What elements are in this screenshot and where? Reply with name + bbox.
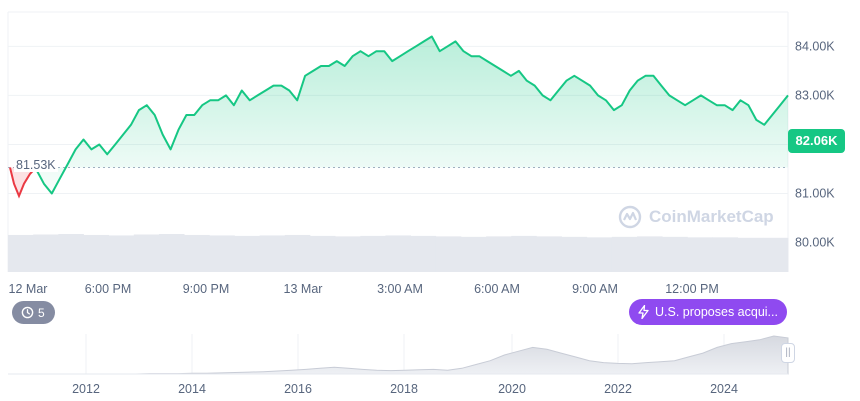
y-tick-1: 83.00K xyxy=(795,88,835,102)
history-clock-icon xyxy=(21,306,34,319)
history-x-tick-1: 2014 xyxy=(178,382,206,396)
history-area xyxy=(8,335,789,375)
volume-bar-8 xyxy=(209,235,235,272)
history-events-count: 5 xyxy=(38,305,45,320)
history-x-tick-5: 2022 xyxy=(604,382,632,396)
volume-bar-18 xyxy=(460,236,487,272)
price-area-fill xyxy=(36,36,788,194)
volume-bar-25 xyxy=(637,236,663,272)
volume-bar-23 xyxy=(586,237,613,272)
x-tick-0: 12 Mar xyxy=(9,282,48,296)
volume-bar-28 xyxy=(712,237,739,272)
volume-bar-9 xyxy=(234,235,261,272)
x-tick-1: 6:00 PM xyxy=(85,282,132,296)
x-tick-2: 9:00 PM xyxy=(183,282,230,296)
open-price-label: 81.53K xyxy=(14,158,58,172)
volume-bar-30 xyxy=(762,237,789,272)
brush-handle-icon[interactable]: || xyxy=(781,343,795,363)
volume-bar-1 xyxy=(33,234,59,272)
y-tick-3: 81.00K xyxy=(795,187,835,201)
current-price-badge: 82.06K xyxy=(788,129,845,153)
lightning-bolt-icon xyxy=(638,305,649,319)
volume-bar-17 xyxy=(435,236,462,272)
volume-bar-29 xyxy=(737,237,764,272)
history-navigator[interactable]: 2012 2014 2016 2018 2020 2022 2024 xyxy=(8,334,789,396)
y-tick-4: 80.00K xyxy=(795,236,835,250)
history-x-tick-4: 2020 xyxy=(498,382,526,396)
coinmarketcap-watermark: CoinMarketCap xyxy=(618,205,774,229)
main-price-chart: 84.00K83.00K82.00K81.00K80.00K 12 Mar6:0… xyxy=(7,11,835,396)
volume-bar-24 xyxy=(611,236,638,272)
price-area xyxy=(8,35,789,199)
volume-bar-20 xyxy=(511,235,537,272)
y-tick-0: 84.00K xyxy=(795,39,835,53)
volume-bar-6 xyxy=(158,234,185,272)
watermark-text: CoinMarketCap xyxy=(649,207,774,226)
x-tick-4: 3:00 AM xyxy=(377,282,423,296)
volume-bar-16 xyxy=(410,235,437,272)
news-event-button[interactable]: U.S. proposes acqui... xyxy=(629,299,787,325)
volume-bar-10 xyxy=(259,235,286,272)
volume-bar-19 xyxy=(486,236,512,272)
history-x-tick-6: 2024 xyxy=(710,382,738,396)
history-x-tick-2: 2016 xyxy=(284,382,312,396)
volume-bar-7 xyxy=(184,234,210,272)
volume-bar-5 xyxy=(133,234,160,272)
history-x-tick-0: 2012 xyxy=(72,382,100,396)
volume-bar-21 xyxy=(536,236,562,272)
volume-bar-15 xyxy=(385,235,411,272)
volume-bar-22 xyxy=(561,236,588,272)
volume-bar-0 xyxy=(8,234,34,272)
volume-bar-3 xyxy=(83,234,110,272)
x-tick-3: 13 Mar xyxy=(284,282,323,296)
news-event-label: U.S. proposes acqui... xyxy=(655,305,778,319)
x-tick-5: 6:00 AM xyxy=(474,282,520,296)
volume-bar-4 xyxy=(108,235,135,272)
volume-bar-2 xyxy=(58,234,84,272)
history-events-button[interactable]: 5 xyxy=(12,301,55,324)
volume-bar-27 xyxy=(687,237,713,272)
volume-bar-26 xyxy=(662,236,688,272)
x-tick-6: 9:00 AM xyxy=(572,282,618,296)
x-axis-ticks: 12 Mar 6:00 PM 9:00 PM 13 Mar 3:00 AM 6:00 AM… xyxy=(9,282,719,296)
volume-bars xyxy=(8,234,789,272)
history-x-tick-3: 2018 xyxy=(390,382,418,396)
volume-bar-11 xyxy=(284,234,311,272)
volume-bar-14 xyxy=(360,235,386,272)
volume-bar-12 xyxy=(309,235,336,272)
x-tick-7: 12:00 PM xyxy=(665,282,719,296)
volume-bar-13 xyxy=(335,236,361,272)
coinmarketcap-logo-icon xyxy=(618,205,642,229)
